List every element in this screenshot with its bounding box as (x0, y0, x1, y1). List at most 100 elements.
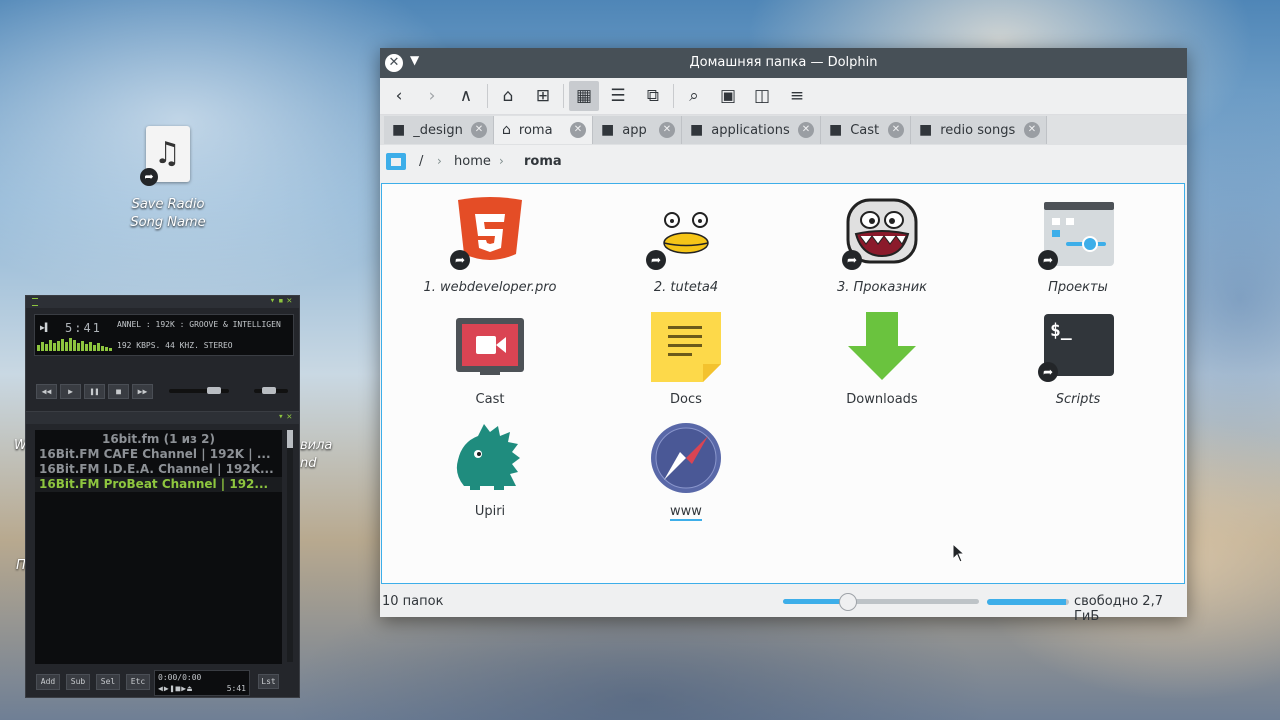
add-button[interactable]: Add (36, 674, 60, 690)
tab-label: applications (711, 122, 790, 138)
tab-app[interactable]: ■ app ✕ (593, 116, 682, 144)
icons-view-icon[interactable]: ▦ (569, 81, 599, 111)
desktop-icon-save-radio[interactable]: ♫ ➦ Save Radio Song Name (120, 126, 216, 232)
toolbar: ‹ › ∧ ⌂ ⊞ ▦ ☰ ⧉ ⌕ ▣ ◫ ≡ (380, 78, 1187, 115)
tab-close-icon[interactable]: ✕ (1024, 122, 1040, 138)
breadcrumb-current[interactable]: roma (524, 154, 562, 169)
player-main-window: ▾▪✕ ▶▌ 5:41 ANNEL : 192K : GROOVE & INTE… (25, 295, 300, 412)
new-folder-icon[interactable]: ⊞ (528, 81, 558, 111)
file-item[interactable]: Cast (400, 308, 580, 407)
home-icon[interactable]: ⌂ (493, 81, 523, 111)
window-titlebar[interactable]: ✕ ▼ Домашняя папка — Dolphin (380, 48, 1187, 78)
tab-close-icon[interactable]: ✕ (659, 122, 675, 138)
tab-label: redio songs (940, 122, 1016, 138)
file-item[interactable]: ➦ 1. webdeveloper.pro (400, 196, 580, 295)
player-info: 192 KBPS. 44 KHZ. STEREO (117, 341, 233, 350)
list-button[interactable]: Lst (258, 674, 279, 689)
seek-slider[interactable] (169, 387, 229, 394)
volume-slider[interactable] (254, 387, 288, 394)
menu-grip-icon[interactable] (32, 298, 38, 306)
notes-icon (646, 308, 726, 388)
audio-player: ▾▪✕ ▶▌ 5:41 ANNEL : 192K : GROOVE & INTE… (25, 295, 300, 698)
previous-button[interactable]: ◀◀ (36, 384, 57, 399)
zoom-slider[interactable] (783, 593, 979, 611)
play-button[interactable]: ▶ (60, 384, 81, 399)
etc-button[interactable]: Etc (126, 674, 150, 690)
back-icon[interactable]: ‹ (384, 81, 414, 111)
zoom-slider-handle[interactable] (839, 593, 857, 611)
compass-icon (646, 420, 726, 500)
html5-icon: ➦ (450, 196, 530, 276)
hamburger-menu-icon[interactable]: ≡ (782, 81, 812, 111)
breadcrumb-root[interactable]: / (419, 154, 423, 169)
desktop-partial-text: nd (300, 456, 317, 471)
playlist-titlebar[interactable]: ▾✕ (26, 412, 299, 424)
playlist-scrollbar[interactable] (287, 430, 293, 662)
playlist-item-active[interactable]: 16Bit.FM ProBeat Channel | 192... (35, 477, 282, 492)
disk-space-bar (987, 599, 1069, 605)
file-item[interactable]: $_ ➦ Scripts (988, 308, 1168, 407)
playlist-window: ▾✕ 16bit.fm (1 из 2) 16Bit.FM CAFE Chann… (25, 412, 300, 698)
dolphin-window: ✕ ▼ Домашняя папка — Dolphin ‹ › ∧ ⌂ ⊞ ▦… (380, 48, 1187, 624)
music-file-icon: ♫ ➦ (140, 126, 190, 186)
up-icon[interactable]: ∧ (451, 81, 481, 111)
file-item[interactable]: ➦ 2. tuteta4 (596, 196, 776, 295)
tab-close-icon[interactable]: ✕ (570, 122, 586, 138)
file-item[interactable]: Downloads (792, 308, 972, 407)
tab-cast[interactable]: ■ Cast ✕ (821, 116, 911, 144)
window-controls-icon[interactable]: ▾▪✕ (270, 296, 295, 306)
file-label: 3. Проказник (836, 280, 928, 295)
file-label: Downloads (846, 392, 918, 407)
breadcrumb-home[interactable]: home (454, 154, 491, 169)
search-icon[interactable]: ⌕ (679, 81, 709, 111)
tab-label: _design (413, 122, 463, 138)
player-titlebar[interactable]: ▾▪✕ (26, 296, 299, 308)
next-button[interactable]: ▶▶ (132, 384, 153, 399)
sel-button[interactable]: Sel (96, 674, 120, 690)
pause-button[interactable]: ❚❚ (84, 384, 105, 399)
mini-display: 0:00/0:00 ◀▶❚■▶⏏ 5:41 (154, 670, 250, 696)
tree-view-icon[interactable]: ⧉ (638, 81, 668, 111)
tab-close-icon[interactable]: ✕ (888, 122, 904, 138)
sub-button[interactable]: Sub (66, 674, 90, 690)
tab-design[interactable]: ■ _design ✕ (384, 116, 494, 144)
link-badge-icon: ➦ (450, 250, 470, 270)
desktop-partial-text: вила (300, 438, 333, 453)
tab-redio-songs[interactable]: ■ redio songs ✕ (911, 116, 1047, 144)
tab-close-icon[interactable]: ✕ (471, 122, 487, 138)
tab-close-icon[interactable]: ✕ (798, 122, 814, 138)
chevron-right-icon: › (437, 154, 442, 168)
split-view-icon[interactable]: ◫ (747, 81, 777, 111)
file-item[interactable]: ➦ Проекты (988, 196, 1168, 295)
file-item[interactable]: ➦ 3. Проказник (792, 196, 972, 295)
playlist-item[interactable]: 16Bit.FM I.D.E.A. Channel | 192K... (35, 462, 282, 477)
file-label: Upiri (474, 504, 506, 519)
link-badge-icon: ➦ (1038, 362, 1058, 382)
playlist: 16bit.fm (1 из 2) 16Bit.FM CAFE Channel … (35, 430, 282, 664)
tab-applications[interactable]: ■ applications ✕ (682, 116, 821, 144)
preview-icon[interactable]: ▣ (713, 81, 743, 111)
player-time[interactable]: 5:41 (65, 321, 102, 335)
file-label: 1. webdeveloper.pro (423, 280, 557, 295)
file-view[interactable]: ➦ 1. webdeveloper.pro ➦ 2. tuteta4 ➦ 3. … (381, 183, 1185, 584)
breadcrumb: / › home › roma (380, 145, 1187, 179)
video-icon (450, 308, 530, 388)
forward-icon[interactable]: › (417, 81, 447, 111)
stop-button[interactable]: ■ (108, 384, 129, 399)
folder-icon: ■ (919, 122, 933, 138)
download-icon (842, 308, 922, 388)
window-controls-icon[interactable]: ▾✕ (278, 412, 295, 422)
settings-app-icon: ➦ (1038, 196, 1118, 276)
player-display: ▶▌ 5:41 ANNEL : 192K : GROOVE & INTELLIG… (34, 314, 294, 356)
file-item[interactable]: www (596, 420, 776, 521)
file-item[interactable]: Upiri (400, 420, 580, 519)
folder-icon: ■ (392, 122, 406, 138)
visualizer[interactable] (37, 337, 113, 351)
tab-roma[interactable]: ⌂ roma ✕ (494, 116, 593, 144)
file-label: Проекты (1048, 280, 1108, 295)
details-view-icon[interactable]: ☰ (603, 81, 633, 111)
places-icon[interactable] (386, 153, 406, 170)
playlist-item[interactable]: 16Bit.FM CAFE Channel | 192K | ... (35, 447, 282, 462)
mini-controls-icon[interactable]: ◀▶❚■▶⏏ (158, 684, 193, 693)
file-item[interactable]: Docs (596, 308, 776, 407)
